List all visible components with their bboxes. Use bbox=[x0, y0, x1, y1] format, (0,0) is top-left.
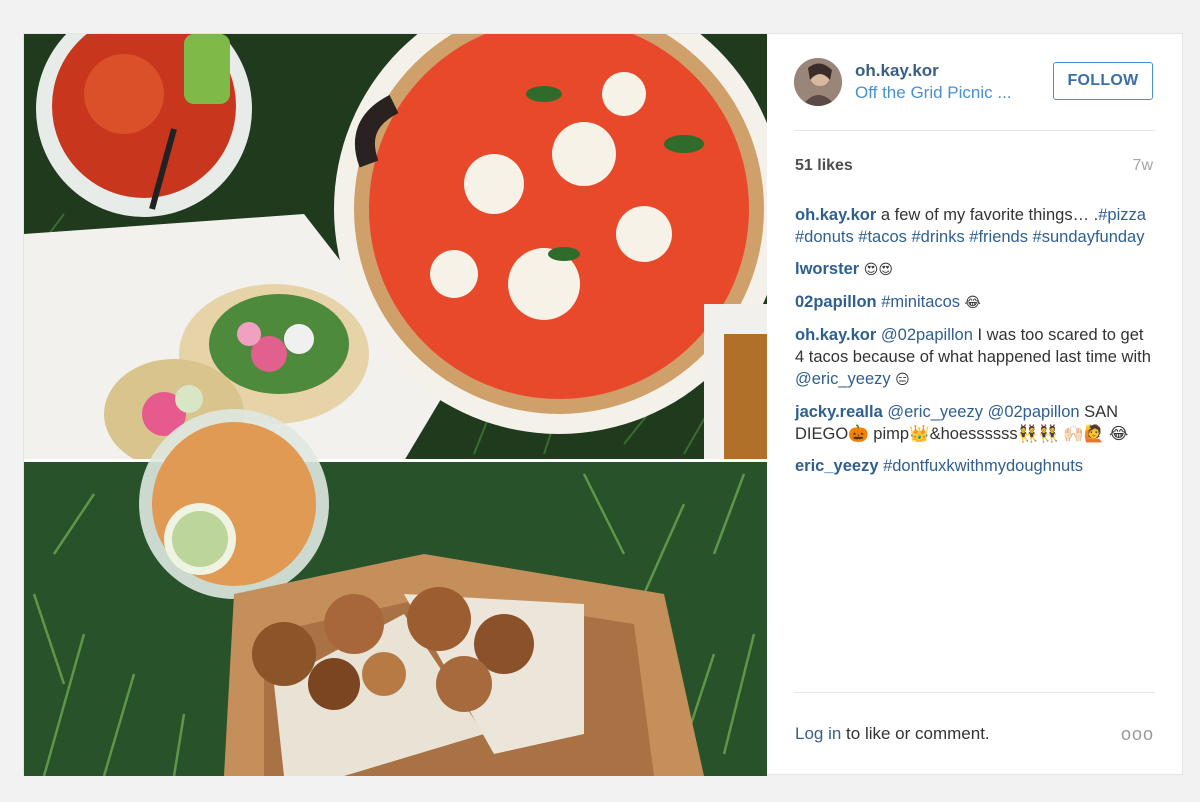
comment-mention[interactable]: @02papillon bbox=[876, 326, 973, 344]
comment-item: 02papillon #minitacos 😂 bbox=[795, 291, 1157, 314]
more-options-icon[interactable]: ooo bbox=[1121, 724, 1154, 745]
comment-username[interactable]: lworster bbox=[795, 260, 859, 278]
comment-text: a few of my favorite things… . bbox=[876, 206, 1099, 224]
comment-emoji: 😑 bbox=[890, 372, 910, 388]
post-sidebar: oh.kay.kor Off the Grid Picnic ... FOLLO… bbox=[767, 34, 1184, 776]
login-text: to like or comment. bbox=[841, 724, 990, 743]
post-card: oh.kay.kor Off the Grid Picnic ... FOLLO… bbox=[23, 33, 1184, 776]
comment-item: jacky.realla @eric_yeezy @02papillon SAN… bbox=[795, 401, 1157, 445]
post-age[interactable]: 7w bbox=[1133, 157, 1153, 175]
likes-count[interactable]: 51 likes bbox=[795, 157, 853, 175]
login-prompt: Log in to like or comment. bbox=[795, 724, 990, 744]
comment-item: oh.kay.kor @02papillon I was too scared … bbox=[795, 324, 1157, 391]
comment-username[interactable]: eric_yeezy bbox=[795, 457, 879, 475]
post-photo[interactable] bbox=[24, 34, 767, 776]
comment-emoji: 😂 bbox=[960, 295, 981, 311]
comment-username[interactable]: jacky.realla bbox=[795, 403, 883, 421]
header-divider bbox=[794, 130, 1155, 131]
comment-mention[interactable]: @eric_yeezy @02papillon bbox=[883, 403, 1079, 421]
comment-item: eric_yeezy #dontfuxkwithmydoughnuts bbox=[795, 455, 1157, 477]
comment-hashtags[interactable]: #minitacos bbox=[877, 293, 960, 311]
comment-hashtags[interactable]: #dontfuxkwithmydoughnuts bbox=[879, 457, 1083, 475]
comment-list: oh.kay.kor a few of my favorite things… … bbox=[795, 204, 1157, 487]
post-location[interactable]: Off the Grid Picnic ... bbox=[855, 83, 1012, 103]
comment-emoji: 😍😍 bbox=[863, 262, 893, 278]
comment-username[interactable]: oh.kay.kor bbox=[795, 206, 876, 224]
user-avatar[interactable] bbox=[794, 58, 842, 106]
comment-username[interactable]: oh.kay.kor bbox=[795, 326, 876, 344]
post-header: oh.kay.kor Off the Grid Picnic ... FOLLO… bbox=[767, 34, 1184, 130]
footer-divider bbox=[794, 692, 1155, 693]
comment-item: lworster 😍😍 bbox=[795, 258, 1157, 281]
login-link[interactable]: Log in bbox=[795, 724, 841, 743]
follow-button[interactable]: FOLLOW bbox=[1053, 62, 1153, 100]
comment-username[interactable]: 02papillon bbox=[795, 293, 877, 311]
comment-mention[interactable]: @eric_yeezy bbox=[795, 370, 891, 388]
post-username[interactable]: oh.kay.kor bbox=[855, 61, 939, 81]
comment-item: oh.kay.kor a few of my favorite things… … bbox=[795, 204, 1157, 248]
